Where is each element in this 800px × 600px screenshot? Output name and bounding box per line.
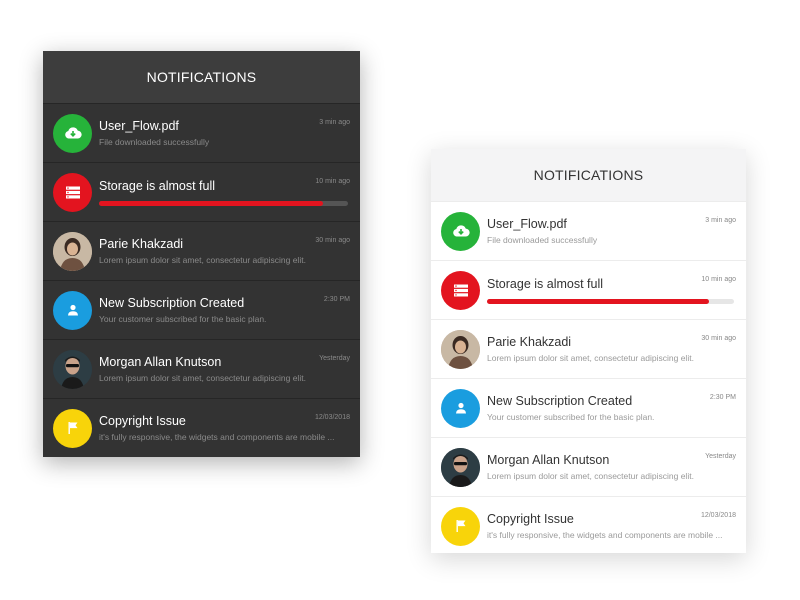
notification-subtitle: it's fully responsive, the widgets and c…: [99, 432, 335, 442]
notification-item-morgan[interactable]: Morgan Allan Knutson Lorem ipsum dolor s…: [43, 339, 360, 398]
notification-title: New Subscription Created: [487, 394, 633, 408]
notification-title: Storage is almost full: [487, 277, 604, 291]
notification-item-copyright[interactable]: Copyright Issue it's fully responsive, t…: [43, 398, 360, 457]
storage-progress-bar: [99, 201, 348, 206]
notification-subtitle: Lorem ipsum dolor sit amet, consectetur …: [99, 255, 306, 265]
notifications-panel-light: NOTIFICATIONS User_Flow.pdf File downloa…: [431, 149, 746, 553]
notification-time: 2:30 PM: [709, 394, 736, 401]
notification-time: 12/03/2018: [700, 512, 736, 519]
notification-time: Yesterday: [319, 355, 350, 362]
notification-time: 2:30 PM: [323, 296, 350, 303]
notification-item-storage[interactable]: Storage is almost full 10 min ago: [43, 162, 360, 221]
notification-title: Morgan Allan Knutson: [487, 453, 610, 467]
download-cloud-icon: [441, 211, 480, 251]
user-photo: [441, 329, 480, 369]
panel-header: NOTIFICATIONS: [43, 51, 360, 103]
notification-item-parie[interactable]: Parie Khakzadi Lorem ipsum dolor sit ame…: [43, 221, 360, 280]
notification-time: 10 min ago: [701, 276, 736, 283]
notification-time: 3 min ago: [705, 217, 736, 224]
notification-subtitle: Your customer subscribed for the basic p…: [487, 412, 655, 422]
notification-subtitle: Lorem ipsum dolor sit amet, consectetur …: [99, 373, 306, 383]
notification-item-copyright[interactable]: Copyright Issue it's fully responsive, t…: [431, 496, 746, 553]
notification-time: 30 min ago: [315, 237, 350, 244]
notification-title: Copyright Issue: [487, 512, 574, 526]
notification-time: 12/03/2018: [314, 414, 350, 421]
notifications-panel-dark: NOTIFICATIONS User_Flow.pdf File downloa…: [43, 51, 360, 457]
storage-icon: [441, 270, 480, 310]
flag-icon: [441, 506, 480, 546]
notification-item-storage[interactable]: Storage is almost full 10 min ago: [431, 260, 746, 319]
panel-header: NOTIFICATIONS: [431, 149, 746, 201]
notification-subtitle: File downloaded successfully: [99, 137, 210, 147]
notification-title: User_Flow.pdf: [99, 119, 179, 133]
storage-progress-fill: [99, 201, 324, 206]
notification-time: 10 min ago: [315, 178, 350, 185]
notification-item-subscription[interactable]: New Subscription Created Your customer s…: [43, 280, 360, 339]
storage-progress-fill: [487, 299, 710, 304]
notification-time: 30 min ago: [701, 335, 736, 342]
download-cloud-icon: [53, 113, 92, 153]
notification-subtitle: File downloaded successfully: [487, 235, 598, 245]
user-icon: [53, 290, 92, 330]
user-photo: [53, 231, 92, 271]
user-icon: [441, 388, 480, 428]
notification-title: Copyright Issue: [99, 414, 186, 428]
notification-time: 3 min ago: [319, 119, 350, 126]
storage-icon: [53, 172, 92, 212]
notification-item-morgan[interactable]: Morgan Allan Knutson Lorem ipsum dolor s…: [431, 437, 746, 496]
notification-title: Storage is almost full: [99, 179, 216, 193]
notification-title: Parie Khakzadi: [99, 237, 184, 251]
notification-item-download[interactable]: User_Flow.pdf File downloaded successful…: [431, 201, 746, 260]
notification-title: Morgan Allan Knutson: [99, 355, 222, 369]
notification-subtitle: Your customer subscribed for the basic p…: [99, 314, 267, 324]
notification-title: User_Flow.pdf: [487, 217, 567, 231]
user-photo: [441, 447, 480, 487]
notification-title: Parie Khakzadi: [487, 335, 572, 349]
notification-time: Yesterday: [705, 453, 736, 460]
notification-subtitle: Lorem ipsum dolor sit amet, consectetur …: [487, 471, 694, 481]
notification-subtitle: Lorem ipsum dolor sit amet, consectetur …: [487, 353, 694, 363]
notification-subtitle: it's fully responsive, the widgets and c…: [487, 530, 723, 540]
notification-title: New Subscription Created: [99, 296, 245, 310]
user-photo: [53, 349, 92, 389]
notification-item-subscription[interactable]: New Subscription Created Your customer s…: [431, 378, 746, 437]
notification-item-parie[interactable]: Parie Khakzadi Lorem ipsum dolor sit ame…: [431, 319, 746, 378]
storage-progress-bar: [487, 299, 734, 304]
notification-item-download[interactable]: User_Flow.pdf File downloaded successful…: [43, 103, 360, 162]
flag-icon: [53, 408, 92, 448]
